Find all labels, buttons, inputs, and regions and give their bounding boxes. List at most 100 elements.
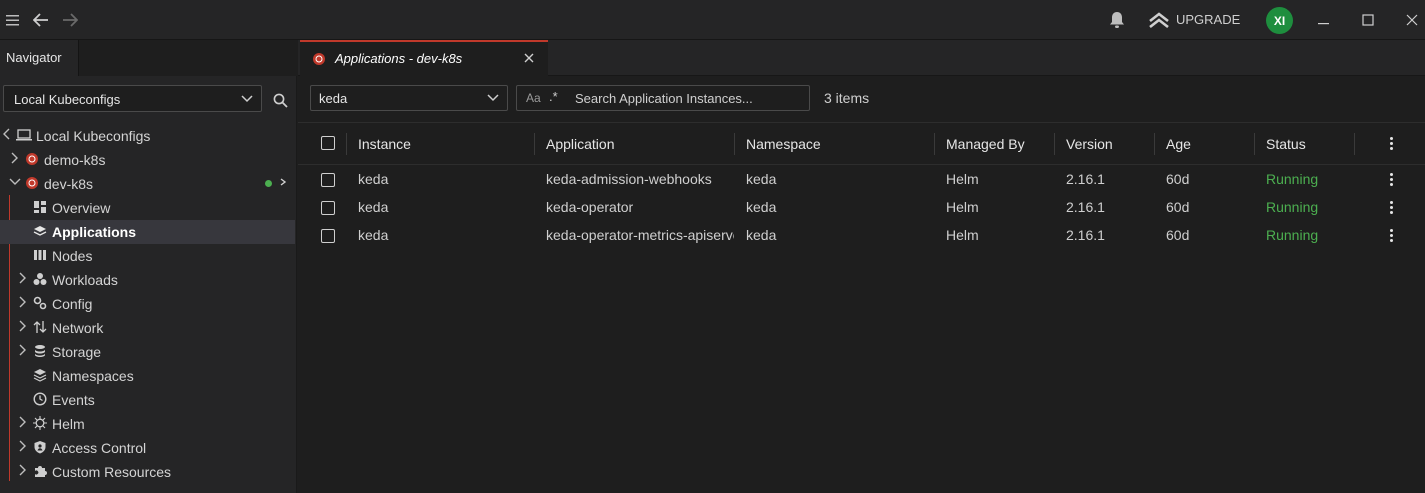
column-divider bbox=[1054, 133, 1055, 155]
column-header-application[interactable]: Application bbox=[546, 136, 615, 152]
close-icon[interactable] bbox=[1402, 10, 1422, 30]
tree-item-dev-k8s[interactable]: dev-k8s bbox=[0, 172, 295, 196]
kebab-icon[interactable] bbox=[1390, 173, 1394, 188]
sidebar-item-label: Applications bbox=[52, 224, 137, 240]
sidebar-item-overview[interactable]: Overview bbox=[0, 196, 295, 220]
sidebar-item-label: Nodes bbox=[52, 248, 93, 264]
tree-item-local-kubeconfigs[interactable]: Local Kubeconfigs bbox=[0, 124, 295, 148]
shield-icon bbox=[33, 440, 47, 454]
cell-version: 2.16.1 bbox=[1066, 171, 1105, 187]
sidebar-item-helm[interactable]: Helm bbox=[0, 412, 295, 436]
back-arrow-icon[interactable] bbox=[31, 10, 51, 30]
match-case-toggle[interactable]: Aa bbox=[526, 91, 541, 105]
select-all-checkbox[interactable] bbox=[321, 136, 335, 150]
sidebar-item-access-control[interactable]: Access Control bbox=[0, 436, 295, 460]
column-header-managed-by[interactable]: Managed By bbox=[946, 136, 1025, 152]
cell-managed-by: Helm bbox=[946, 199, 979, 215]
regex-toggle[interactable]: .* bbox=[549, 89, 558, 104]
tab-navigator[interactable]: Navigator bbox=[0, 40, 79, 76]
sidebar-item-custom-resources[interactable]: Custom Resources bbox=[0, 460, 295, 484]
row-checkbox[interactable] bbox=[321, 229, 335, 243]
column-header-namespace[interactable]: Namespace bbox=[746, 136, 821, 152]
sidebar-item-storage[interactable]: Storage bbox=[0, 340, 295, 364]
tree-item-label: demo-k8s bbox=[44, 152, 106, 168]
sidebar-item-label: Config bbox=[52, 296, 93, 312]
chevron-right-icon[interactable] bbox=[279, 175, 291, 191]
cell-age: 60d bbox=[1166, 199, 1190, 215]
cell-status: Running bbox=[1266, 171, 1319, 187]
chevron-right-icon bbox=[18, 319, 30, 335]
laptop-icon bbox=[16, 128, 32, 142]
kubernetes-icon bbox=[25, 152, 39, 166]
chevron-right-icon bbox=[18, 463, 30, 479]
upgrade-chevrons-icon[interactable] bbox=[1149, 10, 1169, 30]
kubernetes-icon bbox=[312, 52, 326, 69]
cell-version: 2.16.1 bbox=[1066, 199, 1105, 215]
nodes-icon bbox=[33, 248, 47, 262]
sidebar-item-events[interactable]: Events bbox=[0, 388, 295, 412]
sidebar-item-workloads[interactable]: Workloads bbox=[0, 268, 295, 292]
sidebar-item-network[interactable]: Network bbox=[0, 316, 295, 340]
upgrade-label[interactable]: UPGRADE bbox=[1176, 12, 1240, 27]
column-header-version[interactable]: Version bbox=[1066, 136, 1113, 152]
namespace-select[interactable]: keda bbox=[310, 85, 508, 111]
network-arrows-icon bbox=[33, 320, 47, 334]
cell-version: 2.16.1 bbox=[1066, 227, 1105, 243]
column-divider bbox=[1154, 133, 1155, 155]
search-icon[interactable] bbox=[270, 90, 290, 110]
chevron-right-icon bbox=[18, 271, 30, 287]
sidebar-item-label: Network bbox=[52, 320, 104, 336]
table-row[interactable]: keda keda-admission-webhooks keda Helm 2… bbox=[298, 165, 1425, 193]
navigator-tabbar: Navigator bbox=[0, 40, 297, 76]
table-row[interactable]: keda keda-operator-metrics-apiserver ked… bbox=[298, 221, 1425, 249]
maximize-icon[interactable] bbox=[1358, 10, 1378, 30]
sidebar-item-namespaces[interactable]: Namespaces bbox=[0, 364, 295, 388]
cell-instance: keda bbox=[358, 227, 389, 243]
kebab-icon[interactable] bbox=[1390, 229, 1394, 244]
dashboard-icon bbox=[33, 200, 47, 214]
context-select-value: Local Kubeconfigs bbox=[14, 92, 121, 107]
puzzle-icon bbox=[33, 464, 47, 478]
chevron-right-icon bbox=[18, 439, 30, 455]
bell-icon[interactable] bbox=[1107, 10, 1127, 30]
kebab-icon[interactable] bbox=[1390, 137, 1394, 152]
cell-managed-by: Helm bbox=[946, 227, 979, 243]
context-select[interactable]: Local Kubeconfigs bbox=[3, 85, 262, 112]
cell-instance: keda bbox=[358, 171, 389, 187]
chevron-right-icon bbox=[10, 151, 22, 167]
search-input[interactable]: Aa .* Search Application Instances... bbox=[516, 85, 810, 111]
sidebar-item-nodes[interactable]: Nodes bbox=[0, 244, 295, 268]
tree-item-demo-k8s[interactable]: demo-k8s bbox=[0, 148, 295, 172]
table-row[interactable]: keda keda-operator keda Helm 2.16.1 60d … bbox=[298, 193, 1425, 221]
sidebar-item-applications[interactable]: Applications bbox=[0, 220, 295, 244]
tab-applications[interactable]: Applications - dev-k8s bbox=[300, 40, 548, 76]
minimize-icon[interactable] bbox=[1314, 10, 1334, 30]
hamburger-icon[interactable] bbox=[3, 10, 23, 30]
chevron-right-icon bbox=[18, 415, 30, 431]
cell-age: 60d bbox=[1166, 227, 1190, 243]
forward-arrow-icon[interactable] bbox=[60, 10, 80, 30]
namespace-select-value: keda bbox=[319, 91, 348, 106]
chevron-down-icon bbox=[3, 127, 15, 143]
cell-instance: keda bbox=[358, 199, 389, 215]
connection-status-dot bbox=[265, 180, 272, 187]
chevron-right-icon bbox=[18, 343, 30, 359]
row-checkbox[interactable] bbox=[321, 201, 335, 215]
column-header-status[interactable]: Status bbox=[1266, 136, 1306, 152]
filter-bar: keda Aa .* Search Application Instances.… bbox=[298, 76, 1425, 122]
column-divider bbox=[734, 133, 735, 155]
column-header-instance[interactable]: Instance bbox=[358, 136, 411, 152]
cell-namespace: keda bbox=[746, 171, 777, 187]
kubernetes-icon bbox=[25, 176, 39, 190]
sidebar-item-label: Overview bbox=[52, 200, 111, 216]
sidebar-item-label: Access Control bbox=[52, 440, 147, 456]
cell-status: Running bbox=[1266, 199, 1319, 215]
column-header-age[interactable]: Age bbox=[1166, 136, 1191, 152]
close-tab-icon[interactable] bbox=[524, 50, 534, 68]
avatar[interactable]: XI bbox=[1266, 7, 1293, 34]
navigator-panel: Navigator Local Kubeconfigs Local Kubeco… bbox=[0, 40, 297, 493]
sidebar-item-config[interactable]: Config bbox=[0, 292, 295, 316]
cell-age: 60d bbox=[1166, 171, 1190, 187]
row-checkbox[interactable] bbox=[321, 173, 335, 187]
kebab-icon[interactable] bbox=[1390, 201, 1394, 216]
